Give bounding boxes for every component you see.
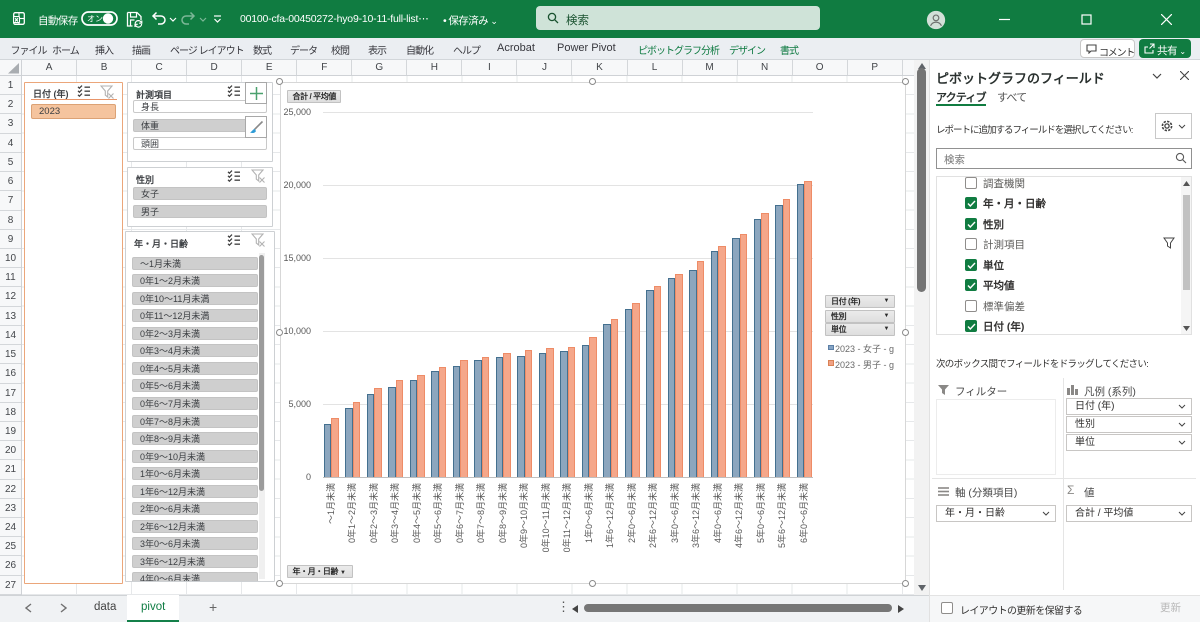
- svg-text:オン: オン: [87, 15, 103, 24]
